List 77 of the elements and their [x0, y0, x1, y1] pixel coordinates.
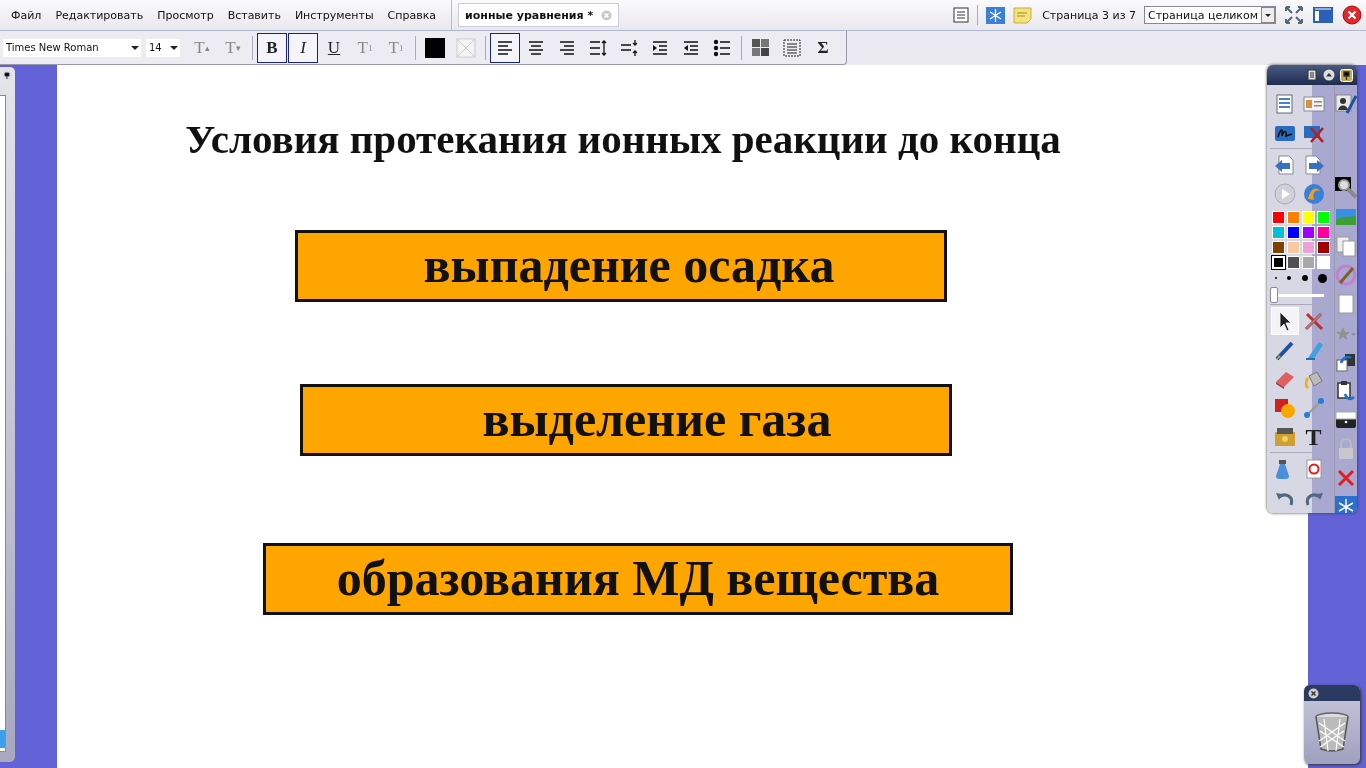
bullet-list-icon [713, 38, 731, 57]
page-indicator: Страница 3 из 7 [1042, 8, 1136, 22]
color-swatch[interactable] [1317, 211, 1330, 224]
magnifier-icon[interactable] [1335, 176, 1357, 199]
font-dropdown[interactable]: Times New Roman [3, 38, 141, 57]
tab-title: ионные уравнения * [465, 8, 594, 22]
color-swatch[interactable] [1287, 211, 1300, 224]
color-swatch[interactable] [1317, 256, 1330, 269]
align-center-icon [527, 38, 545, 57]
document-list-icon[interactable] [1273, 92, 1296, 115]
format-button[interactable]: U [319, 32, 349, 63]
color-swatch[interactable] [1317, 226, 1330, 239]
color-swatch[interactable] [1302, 211, 1315, 224]
next-page-icon[interactable] [1302, 153, 1325, 176]
previous-page-icon[interactable] [1273, 153, 1296, 176]
line-width-dot[interactable] [1301, 275, 1308, 281]
pin-icon[interactable] [2, 70, 12, 80]
snowflake-icon[interactable] [1335, 495, 1357, 513]
document-tab[interactable]: ионные уравнения * [458, 3, 620, 27]
color-swatch[interactable] [1302, 226, 1315, 239]
color-swatch[interactable] [1272, 256, 1285, 269]
select-text-icon [783, 38, 801, 57]
menu-item[interactable]: Инструменты [287, 8, 381, 22]
color-swatch[interactable] [1272, 211, 1285, 224]
indent-icon [651, 38, 669, 57]
text-box: выделение газа [300, 384, 952, 456]
menu-item[interactable]: Вставить [220, 8, 288, 22]
color-swatch[interactable] [1287, 226, 1300, 239]
color-swatch[interactable] [1272, 226, 1285, 239]
slide-title: Условия протекания ионных реакции до конца [184, 115, 1062, 163]
fullscreen-icon[interactable] [1284, 5, 1304, 25]
outdent-icon [682, 38, 700, 57]
font-size-dropdown[interactable]: 14 [146, 38, 180, 57]
trash-bin-icon[interactable] [1314, 711, 1350, 753]
align-right-icon [558, 38, 576, 57]
menu-item[interactable]: Справка [380, 8, 444, 22]
pin-icon[interactable] [1340, 68, 1353, 82]
page-icon[interactable] [1306, 69, 1318, 81]
paragraph-spacing-icon [620, 38, 638, 57]
pages-icon[interactable] [1335, 234, 1357, 257]
color-swatch[interactable] [1302, 256, 1315, 269]
close-icon[interactable] [1342, 5, 1362, 25]
align-left-button[interactable] [490, 32, 520, 63]
line-width-dot[interactable] [1317, 273, 1327, 283]
align-left-icon [496, 38, 514, 57]
snowflake-icon[interactable] [986, 6, 1006, 24]
page-sorter-icon[interactable] [953, 7, 970, 23]
zoom-dropdown[interactable]: Страница целиком [1144, 6, 1276, 24]
color-swatch[interactable] [1272, 241, 1285, 254]
format-button[interactable]: B [257, 32, 287, 63]
color-swatch[interactable] [1287, 256, 1300, 269]
line-width-dot[interactable] [1287, 276, 1292, 280]
color-swatch[interactable] [1287, 241, 1300, 254]
color-swatch[interactable] [1317, 241, 1330, 254]
menu-item[interactable]: Просмотр [150, 8, 221, 22]
slider-thumb[interactable] [1270, 287, 1278, 303]
color-wheel-pen-icon[interactable] [1335, 263, 1357, 286]
clipboard-arrow-icon[interactable] [1335, 379, 1357, 402]
screen-shade-icon[interactable] [1335, 408, 1357, 431]
line-spacing-icon [589, 38, 607, 57]
table-icon [752, 38, 770, 57]
user-pen-icon[interactable] [1335, 92, 1357, 115]
text-box: выпадение осадка [295, 230, 947, 302]
color-swatch[interactable] [1302, 241, 1315, 254]
close-icon[interactable] [1308, 687, 1319, 699]
menu-item[interactable]: Редактировать [48, 8, 151, 22]
menu-item[interactable]: Файл [4, 8, 49, 22]
globe-swirl-icon[interactable] [1302, 182, 1325, 205]
dropdown-arrow-icon[interactable] [170, 44, 178, 51]
format-button[interactable]: I [288, 32, 318, 63]
text-tool[interactable]: T [1299, 422, 1328, 451]
window-icon[interactable] [1312, 6, 1334, 24]
dropdown-arrow-icon[interactable] [131, 44, 139, 51]
text-box: образования МД вещества [263, 543, 1013, 615]
collapse-icon[interactable] [1323, 69, 1335, 81]
crossed-box-icon [456, 37, 476, 58]
format-button[interactable]: Σ [808, 32, 838, 63]
